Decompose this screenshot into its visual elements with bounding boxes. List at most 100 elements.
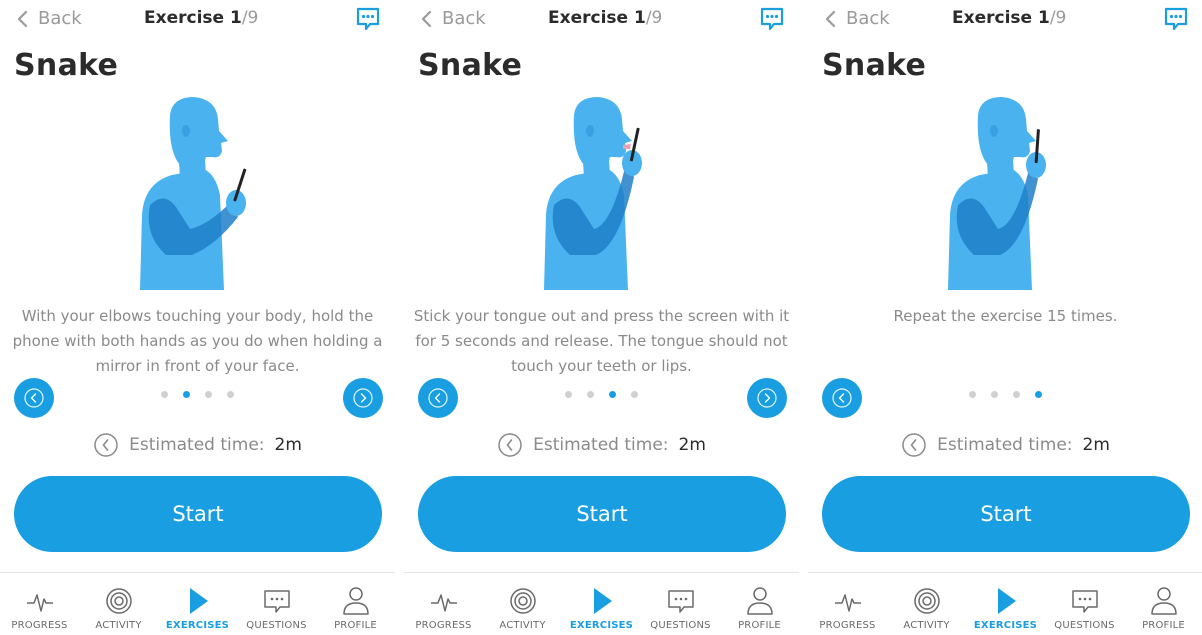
- exercise-counter-index: 1: [229, 8, 242, 28]
- tab-progress[interactable]: PROGRESS: [404, 573, 483, 635]
- tab-label: ACTIVITY: [95, 620, 142, 631]
- tab-label: PROFILE: [1142, 620, 1185, 631]
- estimated-time-label: Estimated time:: [129, 435, 265, 455]
- tab-questions[interactable]: QUESTIONS: [237, 573, 316, 635]
- chat-icon[interactable]: [355, 6, 381, 32]
- person-icon: [1150, 587, 1177, 615]
- step-pagination: [808, 391, 1202, 398]
- clock-icon: [498, 433, 522, 457]
- back-label: Back: [442, 8, 486, 29]
- step-description: With your elbows touching your body, hol…: [12, 307, 383, 375]
- step-pagination: [0, 391, 395, 398]
- tab-label: QUESTIONS: [246, 620, 307, 631]
- estimated-time-value: 2m: [678, 435, 706, 455]
- next-step-button[interactable]: [343, 378, 383, 418]
- pagination-dot[interactable]: [991, 391, 998, 398]
- exercise-counter-total: /9: [645, 8, 663, 28]
- top-bar: Back Exercise 1/9: [0, 0, 395, 40]
- chat-icon[interactable]: [1163, 6, 1189, 32]
- previous-step-button[interactable]: [822, 378, 862, 418]
- estimated-time-value: 2m: [1082, 435, 1110, 455]
- pagination-dot-active[interactable]: [609, 391, 616, 398]
- pagination-dot[interactable]: [969, 391, 976, 398]
- bottom-tab-bar: PROGRESS ACTIVITY EXERCISES QUESTIONS PROFIL…: [0, 572, 395, 635]
- exercise-counter: Exercise 1/9: [548, 8, 662, 28]
- bottom-tab-bar: PROGRESS ACTIVITY EXERCISES QUESTIONS PROFIL…: [404, 572, 799, 635]
- chat-icon: [1071, 590, 1098, 613]
- top-bar: Back Exercise 1/9: [808, 0, 1202, 40]
- tab-progress[interactable]: PROGRESS: [0, 573, 79, 635]
- tab-activity[interactable]: ACTIVITY: [887, 573, 966, 635]
- start-button[interactable]: Start: [418, 476, 786, 552]
- back-button[interactable]: Back: [14, 8, 82, 29]
- figure-ear: [990, 125, 998, 137]
- play-icon: [189, 588, 208, 614]
- tab-questions[interactable]: QUESTIONS: [1045, 573, 1124, 635]
- tab-label: PROFILE: [738, 620, 781, 631]
- figure-ear: [586, 125, 594, 137]
- pulse-icon: [26, 594, 53, 612]
- tab-profile[interactable]: PROFILE: [720, 573, 799, 635]
- tab-exercises[interactable]: EXERCISES: [966, 573, 1045, 635]
- exercise-counter-total: /9: [241, 8, 259, 28]
- exercise-counter: Exercise 1/9: [144, 8, 258, 28]
- pagination-dot[interactable]: [631, 391, 638, 398]
- back-label: Back: [846, 8, 890, 29]
- person-icon: [342, 587, 369, 615]
- pagination-dot[interactable]: [1013, 391, 1020, 398]
- clock-icon: [902, 433, 926, 457]
- chat-icon[interactable]: [759, 6, 785, 32]
- next-step-button[interactable]: [747, 378, 787, 418]
- chat-icon: [667, 590, 694, 613]
- exercise-counter-index: 1: [1037, 8, 1050, 28]
- estimated-time: Estimated time: 2m: [0, 432, 395, 458]
- exercise-counter: Exercise 1/9: [952, 8, 1066, 28]
- pulse-icon: [430, 594, 457, 612]
- screens-container: Back Exercise 1/9 Snake With your elbows…: [0, 0, 1202, 635]
- step-pagination: [404, 391, 799, 398]
- tab-label: QUESTIONS: [1054, 620, 1115, 631]
- tab-label: PROGRESS: [819, 620, 876, 631]
- back-button[interactable]: Back: [418, 8, 486, 29]
- exercise-screen-1: Back Exercise 1/9 Snake With your elbows…: [0, 0, 395, 635]
- tab-activity[interactable]: ACTIVITY: [483, 573, 562, 635]
- exercise-screen-3: Back Exercise 1/9 Snake Repeat the exerc…: [808, 0, 1202, 635]
- tab-activity[interactable]: ACTIVITY: [79, 573, 158, 635]
- tab-profile[interactable]: PROFILE: [316, 573, 395, 635]
- play-icon: [997, 588, 1016, 614]
- start-button[interactable]: Start: [14, 476, 382, 552]
- chevron-left-icon: [825, 10, 836, 27]
- tab-questions[interactable]: QUESTIONS: [641, 573, 720, 635]
- pagination-dot-active[interactable]: [1035, 391, 1042, 398]
- estimated-time: Estimated time: 2m: [404, 432, 799, 458]
- figure-ear: [182, 125, 190, 137]
- chevron-left-icon: [421, 10, 432, 27]
- tab-profile[interactable]: PROFILE: [1124, 573, 1202, 635]
- pagination-dot-active[interactable]: [183, 391, 190, 398]
- tab-label: EXERCISES: [165, 620, 230, 631]
- tab-exercises[interactable]: EXERCISES: [562, 573, 641, 635]
- pagination-dot[interactable]: [161, 391, 168, 398]
- exercise-screen-2: Back Exercise 1/9 Snake Stick your tongu…: [404, 0, 799, 635]
- pagination-dot[interactable]: [587, 391, 594, 398]
- exercise-title: Snake: [418, 48, 523, 83]
- start-button[interactable]: Start: [822, 476, 1190, 552]
- previous-step-button[interactable]: [418, 378, 458, 418]
- step-description: Stick your tongue out and press the scre…: [413, 307, 790, 375]
- pagination-dot[interactable]: [205, 391, 212, 398]
- pagination-dot[interactable]: [565, 391, 572, 398]
- bottom-tab-bar: PROGRESS ACTIVITY EXERCISES QUESTIONS PROFIL…: [808, 572, 1202, 635]
- estimated-time-value: 2m: [274, 435, 302, 455]
- exercise-counter-prefix: Exercise: [952, 8, 1038, 28]
- exercise-illustration: [544, 97, 642, 290]
- tab-label: ACTIVITY: [903, 620, 950, 631]
- top-bar: Back Exercise 1/9: [404, 0, 799, 40]
- figure-head: [573, 97, 632, 165]
- tab-progress[interactable]: PROGRESS: [808, 573, 887, 635]
- estimated-time-label: Estimated time:: [533, 435, 669, 455]
- exercise-counter-index: 1: [633, 8, 646, 28]
- pagination-dot[interactable]: [227, 391, 234, 398]
- tab-exercises[interactable]: EXERCISES: [158, 573, 237, 635]
- back-button[interactable]: Back: [822, 8, 890, 29]
- previous-step-button[interactable]: [14, 378, 54, 418]
